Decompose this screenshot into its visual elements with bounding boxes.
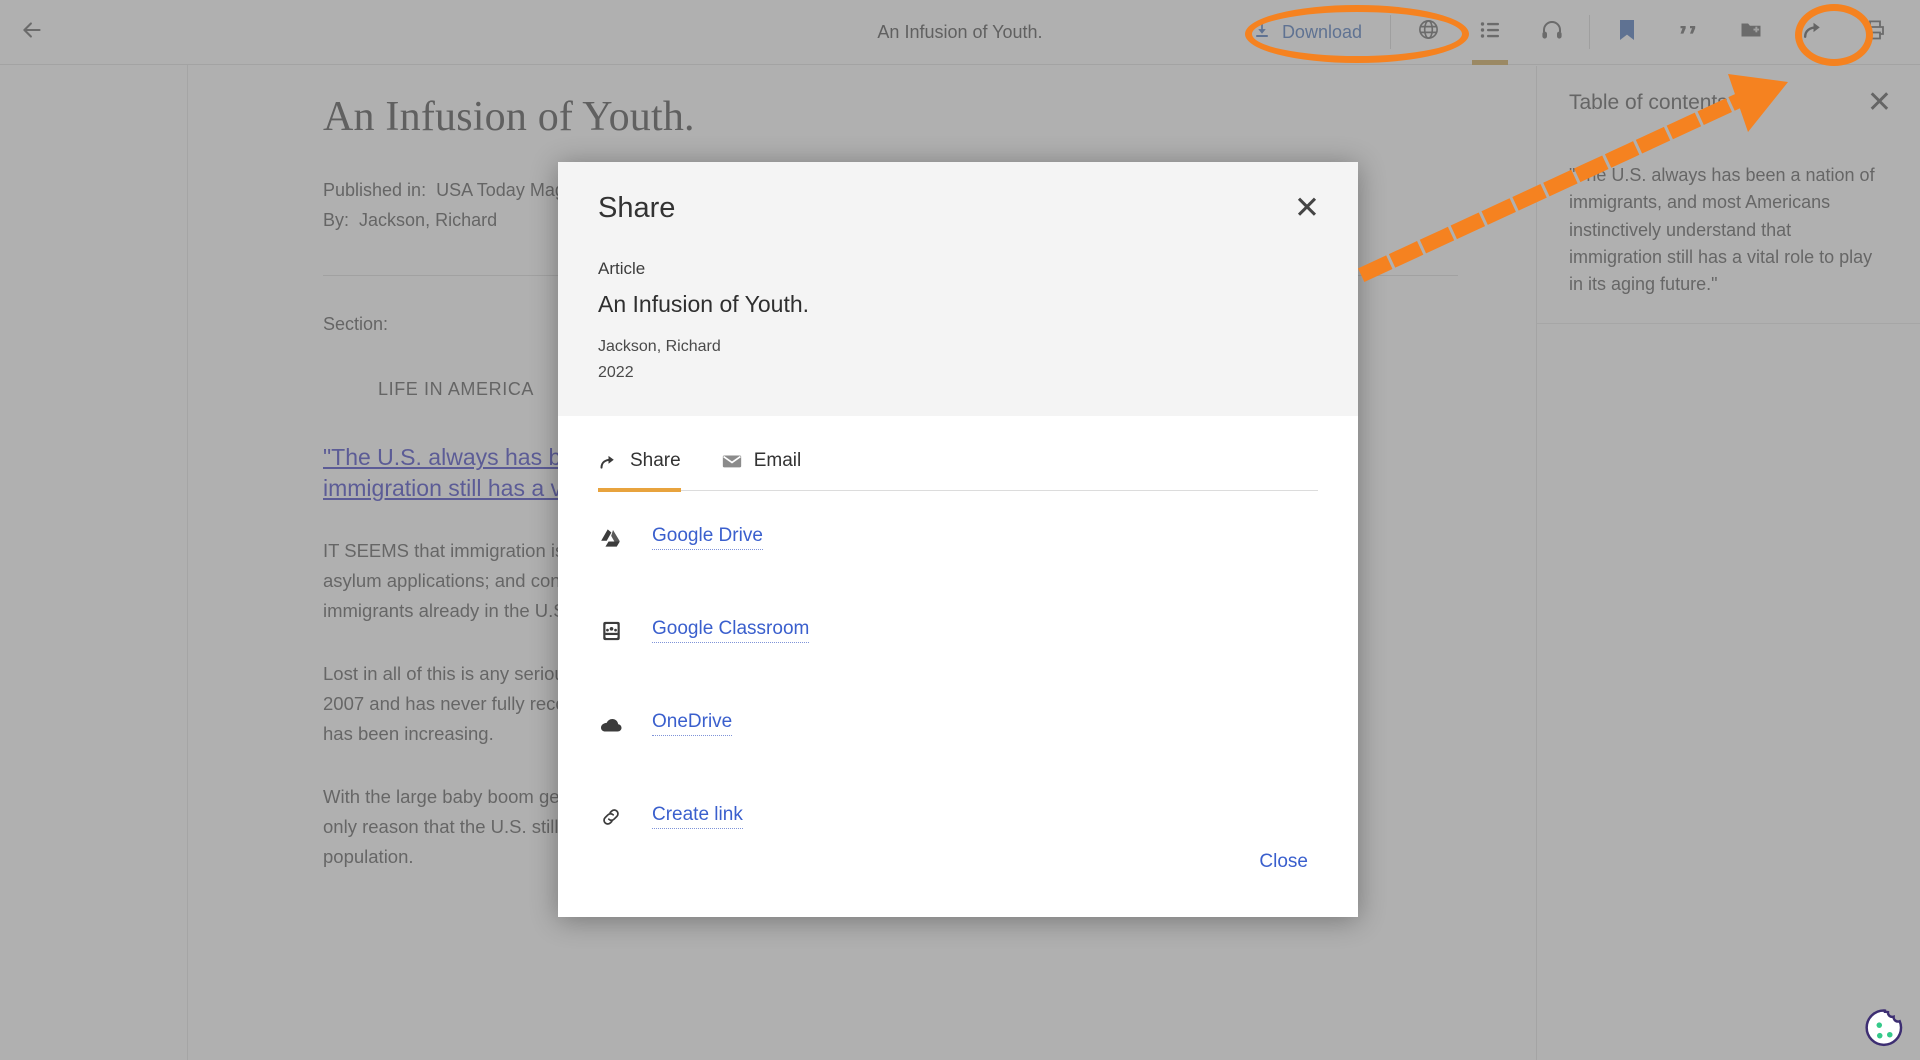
share-modal: Share ✕ Article An Infusion of Youth. Ja… bbox=[558, 162, 1358, 917]
share-destination-google-drive-label[interactable]: Google Drive bbox=[652, 525, 763, 550]
share-destination-create-link[interactable]: Create link bbox=[598, 804, 1318, 829]
share-modal-tabs: Share Email bbox=[598, 416, 1318, 492]
share-modal-heading: Share bbox=[598, 192, 676, 224]
cookie-consent-icon bbox=[1864, 1009, 1906, 1054]
share-modal-header: Share ✕ Article An Infusion of Youth. Ja… bbox=[558, 162, 1358, 416]
tab-share[interactable]: Share bbox=[598, 450, 681, 492]
page-root: An Infusion of Youth. Download An Infusi… bbox=[0, 0, 1920, 1060]
link-chain-icon bbox=[598, 806, 624, 828]
tab-share-label: Share bbox=[630, 450, 681, 471]
tab-email[interactable]: Email bbox=[721, 450, 802, 490]
onedrive-cloud-icon bbox=[598, 715, 624, 733]
share-item-year: 2022 bbox=[598, 364, 634, 381]
share-list-gap-1 bbox=[598, 592, 1318, 618]
share-destination-google-classroom[interactable]: Google Classroom bbox=[598, 618, 1318, 643]
share-list-gap-2 bbox=[598, 685, 1318, 711]
close-icon: ✕ bbox=[1294, 190, 1320, 225]
share-destination-create-link-label[interactable]: Create link bbox=[652, 804, 743, 829]
tab-email-label: Email bbox=[753, 450, 802, 471]
share-item-title: An Infusion of Youth. bbox=[598, 291, 810, 317]
google-drive-icon bbox=[598, 528, 624, 548]
share-destination-google-drive[interactable]: Google Drive bbox=[598, 525, 1318, 550]
share-modal-close-icon-button[interactable]: ✕ bbox=[1286, 188, 1328, 227]
envelope-icon bbox=[721, 450, 743, 472]
share-modal-layer: Share ✕ Article An Infusion of Youth. Ja… bbox=[0, 0, 1920, 1060]
share-modal-body: Share Email Google Drive Google Classroo… bbox=[558, 416, 1358, 841]
share-item-kind: Article bbox=[598, 259, 646, 278]
share-modal-footer: Close bbox=[558, 841, 1358, 917]
share-destination-onedrive-label[interactable]: OneDrive bbox=[652, 711, 733, 736]
share-item-author: Jackson, Richard bbox=[598, 338, 721, 355]
share-list-gap-3 bbox=[598, 778, 1318, 804]
share-destination-onedrive[interactable]: OneDrive bbox=[598, 711, 1318, 736]
share-arrow-icon bbox=[598, 451, 619, 472]
google-classroom-icon bbox=[598, 620, 624, 642]
share-modal-close-button[interactable]: Close bbox=[1253, 841, 1314, 883]
share-destination-google-classroom-label[interactable]: Google Classroom bbox=[652, 618, 810, 643]
share-destination-list: Google Drive Google Classroom OneDrive C… bbox=[598, 491, 1318, 829]
cookie-consent-button[interactable] bbox=[1864, 1008, 1906, 1050]
